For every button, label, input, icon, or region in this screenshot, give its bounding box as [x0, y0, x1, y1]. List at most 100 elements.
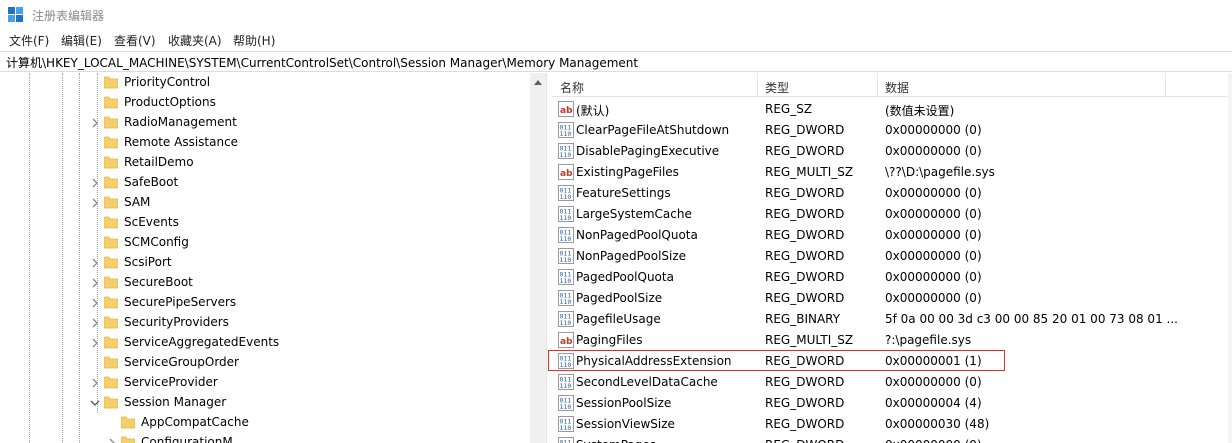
- chevron-right-icon[interactable]: [89, 177, 101, 189]
- tree-item[interactable]: RadioManagement: [0, 113, 530, 133]
- tree-item[interactable]: SecureBoot: [0, 273, 530, 293]
- tree-scrollbar[interactable]: [530, 73, 546, 443]
- list-scrollbar[interactable]: [1228, 73, 1232, 443]
- tree-item[interactable]: ServiceProvider: [0, 373, 530, 393]
- value-row[interactable]: 011 110 LargeSystemCache REG_DWORD 0x0000000…: [552, 204, 1232, 225]
- column-header-name[interactable]: 名称: [560, 79, 584, 96]
- chevron-right-icon[interactable]: [89, 197, 101, 209]
- value-row[interactable]: 011 110 NonPagedPoolSize REG_DWORD 0x0000000…: [552, 246, 1232, 267]
- title-bar: 注册表编辑器: [0, 0, 1232, 28]
- value-row[interactable]: ab ExistingPageFiles REG_MULTI_SZ \??\D:\pa…: [552, 162, 1232, 183]
- binary-value-icon: 011110: [558, 395, 574, 411]
- menu-bar: 文件(F) 编辑(E) 查看(V) 收藏夹(A) 帮助(H): [0, 30, 1232, 50]
- value-row[interactable]: 011 110 PagedPoolQuota REG_DWORD 0x00000000 …: [552, 267, 1232, 288]
- menu-file[interactable]: 文件(F): [9, 32, 49, 49]
- column-divider[interactable]: [877, 73, 878, 97]
- tree-item[interactable]: AppCompatCache: [0, 413, 530, 433]
- chevron-down-icon[interactable]: [89, 397, 101, 409]
- value-data: 0x00000004 (4): [885, 396, 982, 410]
- value-row[interactable]: 011 110 SessionViewSize REG_DWORD 0x00000030…: [552, 414, 1232, 435]
- value-data: 0x00000001 (1): [885, 354, 982, 368]
- value-row[interactable]: 011 110 NonPagedPoolQuota REG_DWORD 0x000000…: [552, 225, 1232, 246]
- scroll-up-arrow-icon[interactable]: [534, 79, 542, 85]
- tree-item[interactable]: SecurityProviders: [0, 313, 530, 333]
- tree-item[interactable]: ScsiPort: [0, 253, 530, 273]
- tree-item-label: ServiceAggregatedEvents: [124, 335, 280, 349]
- binary-value-icon: 011110: [558, 227, 574, 243]
- folder-icon: [103, 76, 119, 89]
- svg-text:110: 110: [560, 193, 572, 201]
- tree-item[interactable]: ServiceGroupOrder: [0, 353, 530, 373]
- folder-icon: [103, 136, 119, 149]
- menu-help[interactable]: 帮助(H): [233, 32, 275, 49]
- svg-text:110: 110: [560, 298, 572, 306]
- tree-item-label: SecurityProviders: [124, 315, 229, 329]
- menu-edit[interactable]: 编辑(E): [61, 32, 102, 49]
- column-header-data[interactable]: 数据: [885, 79, 909, 96]
- column-divider[interactable]: [757, 73, 758, 97]
- svg-text:110: 110: [560, 256, 572, 264]
- folder-icon: [120, 436, 136, 443]
- value-row[interactable]: 011 110 SecondLevelDataCache REG_DWORD 0x000…: [552, 372, 1232, 393]
- tree-item[interactable]: SAM: [0, 193, 530, 213]
- value-data: 0x00000000 (0): [885, 249, 982, 263]
- tree-item-label: SCMConfig: [124, 235, 189, 249]
- tree-item[interactable]: SCMConfig: [0, 233, 530, 253]
- tree-item[interactable]: SafeBoot: [0, 173, 530, 193]
- tree-item[interactable]: Remote Assistance: [0, 133, 530, 153]
- key-tree-pane[interactable]: PriorityControl ProductOptions RadioManage…: [0, 73, 546, 443]
- binary-value-icon: 011110: [558, 353, 574, 369]
- menu-view[interactable]: 查看(V): [114, 32, 156, 49]
- registry-editor-icon: [8, 7, 24, 23]
- value-name: DisablePagingExecutive: [576, 144, 720, 158]
- menu-favorites[interactable]: 收藏夹(A): [168, 32, 222, 49]
- value-list-pane[interactable]: 名称 类型 数据 ab (默认) REG_SZ (数值未设置) 011 110 ClearP…: [552, 73, 1232, 443]
- value-row[interactable]: 011 110 PhysicalAddressExtension REG_DWORD 0…: [552, 351, 1232, 372]
- value-row[interactable]: 011 110 FeatureSettings REG_DWORD 0x00000000…: [552, 183, 1232, 204]
- value-row[interactable]: 011 110 SessionPoolSize REG_DWORD 0x00000004…: [552, 393, 1232, 414]
- value-name: NonPagedPoolQuota: [576, 228, 698, 242]
- tree-item[interactable]: Session Manager: [0, 393, 530, 413]
- value-name: FeatureSettings: [576, 186, 671, 200]
- tree-item-label: RetailDemo: [124, 155, 194, 169]
- value-type: REG_DWORD: [765, 270, 845, 284]
- value-type: REG_DWORD: [765, 438, 844, 443]
- chevron-right-icon[interactable]: [89, 337, 101, 349]
- value-type: REG_DWORD: [765, 417, 845, 431]
- address-path[interactable]: 计算机\HKEY_LOCAL_MACHINE\SYSTEM\CurrentCon…: [6, 54, 638, 71]
- value-type: REG_DWORD: [765, 396, 845, 410]
- tree-item-label: SafeBoot: [124, 175, 179, 189]
- chevron-right-icon[interactable]: [89, 277, 101, 289]
- tree-item[interactable]: ConfigurationM: [0, 433, 530, 443]
- chevron-right-icon[interactable]: [89, 377, 101, 389]
- tree-item-label: ConfigurationM: [141, 435, 233, 443]
- value-name: SecondLevelDataCache: [576, 375, 718, 389]
- tree-item[interactable]: RetailDemo: [0, 153, 530, 173]
- value-row[interactable]: ab PagingFiles REG_MULTI_SZ ?:\pagefile.sys: [552, 330, 1232, 351]
- tree-item[interactable]: ServiceAggregatedEvents: [0, 333, 530, 353]
- column-divider[interactable]: [1165, 73, 1166, 97]
- column-header-type[interactable]: 类型: [765, 79, 789, 96]
- folder-icon: [103, 336, 119, 349]
- tree-item[interactable]: SecurePipeServers: [0, 293, 530, 313]
- tree-item[interactable]: ProductOptions: [0, 93, 530, 113]
- chevron-right-icon[interactable]: [89, 317, 101, 329]
- chevron-right-icon[interactable]: [106, 437, 118, 443]
- tree-item-label: AppCompatCache: [141, 415, 249, 429]
- value-row[interactable]: 011110SystemPages REG_DWORD 0x00000000 (0): [552, 435, 1232, 443]
- value-row[interactable]: 011 110 PagefileUsage REG_BINARY 5f 0a 00 00…: [552, 309, 1232, 330]
- address-bar[interactable]: 计算机\HKEY_LOCAL_MACHINE\SYSTEM\CurrentCon…: [0, 51, 1232, 72]
- value-row[interactable]: ab (默认) REG_SZ (数值未设置): [552, 99, 1232, 120]
- binary-value-icon: 011110: [558, 143, 574, 159]
- value-row[interactable]: 011 110 DisablePagingExecutive REG_DWORD 0x0…: [552, 141, 1232, 162]
- folder-icon: [103, 376, 119, 389]
- tree-item[interactable]: ScEvents: [0, 213, 530, 233]
- value-row[interactable]: 011 110 ClearPageFileAtShutdown REG_DWORD 0x…: [552, 120, 1232, 141]
- chevron-right-icon[interactable]: [89, 257, 101, 269]
- chevron-right-icon[interactable]: [89, 117, 101, 129]
- value-row[interactable]: 011 110 PagedPoolSize REG_DWORD 0x00000000 (…: [552, 288, 1232, 309]
- chevron-right-icon[interactable]: [89, 297, 101, 309]
- value-type: REG_DWORD: [765, 123, 845, 137]
- tree-item[interactable]: PriorityControl: [0, 73, 530, 93]
- value-name: NonPagedPoolSize: [576, 249, 687, 263]
